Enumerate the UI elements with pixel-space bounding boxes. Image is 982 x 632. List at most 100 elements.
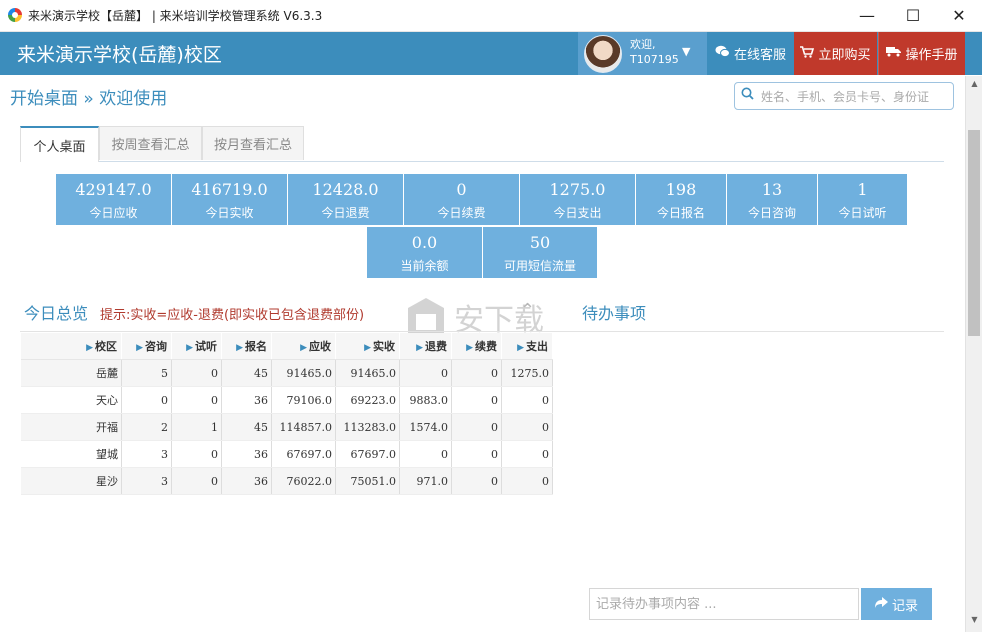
online-service-button[interactable]: 在线客服 (706, 32, 794, 75)
cell-enroll: 36 (221, 386, 272, 414)
stat-current-balance: 0.0 当前余额 (367, 227, 483, 278)
overview-tip: 提示:实收=应收-退费(即实收已包含退费部份) (100, 308, 365, 323)
table-row: 开福 2 1 45 114857.0 113283.0 1574.0 0 0 (21, 413, 553, 441)
col-campus[interactable]: ▶ 校区 (21, 333, 122, 360)
cell-received: 75051.0 (335, 467, 400, 495)
cell-refund: 0 (399, 440, 452, 468)
tab-bar: 个人桌面 按周查看汇总 按月查看汇总 (20, 126, 944, 162)
user-menu[interactable]: 欢迎, T107195 ▼ (578, 32, 706, 75)
cell-campus: 星沙 (21, 467, 122, 495)
todo-input[interactable] (589, 588, 859, 620)
record-button[interactable]: 记录 (861, 588, 932, 620)
tab-weekly-summary[interactable]: 按周查看汇总 (99, 126, 202, 160)
manual-button[interactable]: 操作手册 (878, 32, 965, 75)
col-renewal[interactable]: ▶ 续费 (451, 333, 502, 360)
app-logo-icon (8, 8, 22, 22)
window-title: 来米演示学校【岳麓】 | 来米培训学校管理系统 V6.3.3 (28, 9, 323, 23)
cell-trial: 0 (171, 359, 222, 387)
table-row: 星沙 3 0 36 76022.0 75051.0 971.0 0 0 (21, 467, 553, 495)
stat-value: 1 (857, 180, 868, 199)
cell-consult: 0 (121, 386, 172, 414)
stat-label: 可用短信流量 (503, 259, 576, 273)
maximize-button[interactable]: ☐ (890, 0, 936, 31)
stat-label: 今日报名 (656, 206, 705, 220)
scroll-up-icon[interactable]: ▲ (966, 76, 982, 92)
search-box[interactable] (734, 82, 954, 110)
cell-refund: 0 (399, 359, 452, 387)
close-button[interactable]: ✕ (936, 0, 982, 31)
cell-expense: 0 (501, 413, 553, 441)
col-expense[interactable]: ▶ 支出 (501, 333, 553, 360)
stat-value: 0 (456, 180, 467, 199)
sort-icon: ▶ (186, 343, 193, 353)
col-label: 应收 (309, 340, 331, 353)
summary-table: ▶ 校区 ▶ 咨询 ▶ 试听 ▶ 报名 ▶ 应收 ▶ 实收 ▶ 退费 ▶ 续费 ▶ 支出 岳麓 5… (21, 333, 553, 495)
table-row: 岳麓 5 0 45 91465.0 91465.0 0 0 1275.0 (21, 359, 553, 387)
cell-campus: 开福 (21, 413, 122, 441)
breadcrumb: 开始桌面 » 欢迎使用 (10, 89, 168, 109)
col-label: 校区 (95, 340, 117, 353)
cell-received: 67697.0 (335, 440, 400, 468)
col-refund[interactable]: ▶ 退费 (399, 333, 452, 360)
avatar[interactable] (584, 35, 622, 73)
col-trial[interactable]: ▶ 试听 (171, 333, 222, 360)
stat-label: 今日续费 (437, 206, 486, 220)
stat-label: 今日试听 (838, 206, 887, 220)
col-label: 续费 (475, 340, 497, 353)
col-receivable[interactable]: ▶ 应收 (271, 333, 336, 360)
cell-trial: 0 (171, 467, 222, 495)
cell-expense: 0 (501, 386, 553, 414)
table-row: 天心 0 0 36 79106.0 69223.0 9883.0 0 0 (21, 386, 553, 414)
cell-renewal: 0 (451, 440, 502, 468)
cell-enroll: 36 (221, 467, 272, 495)
stat-label: 今日退费 (321, 206, 370, 220)
overview-title: 今日总览 (24, 304, 89, 323)
cell-expense: 0 (501, 440, 553, 468)
cell-renewal: 0 (451, 413, 502, 441)
stat-value: 0.0 (411, 233, 438, 252)
col-label: 试听 (195, 340, 217, 353)
cell-receivable: 114857.0 (271, 413, 336, 441)
sort-icon: ▶ (136, 343, 143, 353)
col-label: 报名 (245, 340, 267, 353)
cell-renewal: 0 (451, 359, 502, 387)
cell-received: 91465.0 (335, 359, 400, 387)
cell-renewal: 0 (451, 467, 502, 495)
stat-label: 今日应收 (89, 206, 138, 220)
cell-received: 69223.0 (335, 386, 400, 414)
tab-monthly-summary[interactable]: 按月查看汇总 (202, 126, 304, 160)
table-row: 望城 3 0 36 67697.0 67697.0 0 0 0 (21, 440, 553, 468)
cell-campus: 岳麓 (21, 359, 122, 387)
cell-refund: 9883.0 (399, 386, 452, 414)
col-received[interactable]: ▶ 实收 (335, 333, 400, 360)
stat-value: 1275.0 (549, 180, 606, 199)
search-icon (741, 87, 754, 104)
cell-receivable: 91465.0 (271, 359, 336, 387)
scroll-thumb[interactable] (968, 130, 980, 336)
col-enroll[interactable]: ▶ 报名 (221, 333, 272, 360)
col-consult[interactable]: ▶ 咨询 (121, 333, 172, 360)
todo-title: 待办事项 (582, 304, 647, 323)
cell-campus: 望城 (21, 440, 122, 468)
cell-enroll: 45 (221, 359, 272, 387)
caret-down-icon[interactable]: ▼ (682, 45, 690, 58)
truck-icon (886, 46, 902, 61)
search-input[interactable] (759, 86, 951, 108)
cell-campus: 天心 (21, 386, 122, 414)
cell-receivable: 76022.0 (271, 467, 336, 495)
tab-personal-desktop[interactable]: 个人桌面 (20, 126, 99, 162)
cell-trial: 0 (171, 386, 222, 414)
scroll-down-icon[interactable]: ▼ (966, 612, 982, 628)
user-id: T107195 (630, 53, 679, 66)
cell-enroll: 45 (221, 413, 272, 441)
stat-today-refund: 12428.0 今日退费 (288, 174, 404, 225)
chevron-up-icon[interactable]: ⌃ (520, 300, 535, 321)
vertical-scrollbar[interactable]: ▲ ▼ (965, 76, 982, 632)
cell-consult: 3 (121, 440, 172, 468)
sort-icon: ▶ (364, 343, 371, 353)
window-titlebar: 来米演示学校【岳麓】 | 来米培训学校管理系统 V6.3.3 — ☐ ✕ (0, 0, 982, 32)
stat-today-enroll: 198 今日报名 (636, 174, 727, 225)
buy-now-button[interactable]: 立即购买 (794, 32, 877, 75)
stat-value: 416719.0 (191, 180, 268, 199)
minimize-button[interactable]: — (844, 0, 890, 31)
